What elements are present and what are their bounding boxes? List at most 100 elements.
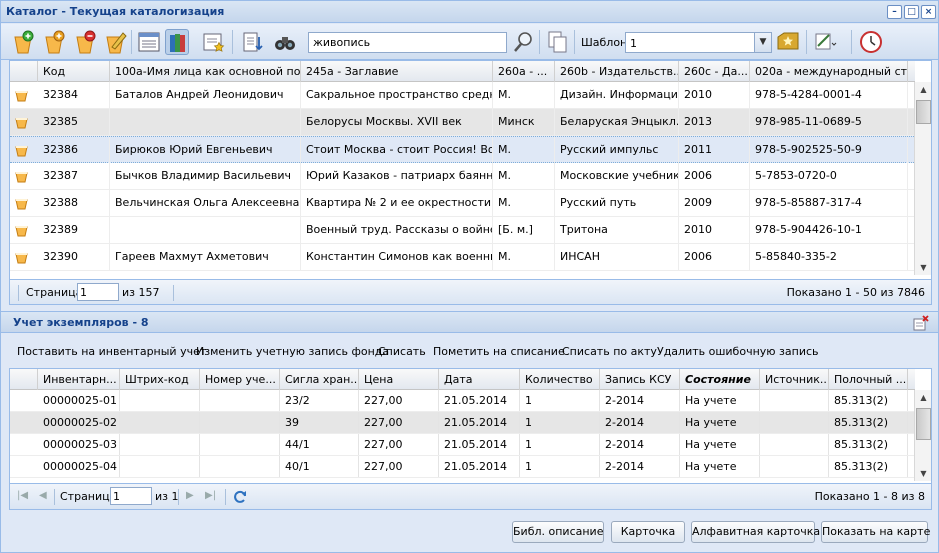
column-header[interactable]: 260a - ... bbox=[493, 61, 555, 82]
template-select[interactable]: 1 ▼ bbox=[625, 32, 772, 53]
show-on-map-button[interactable]: Показать на карте bbox=[821, 521, 930, 543]
write-off-act-button[interactable]: Списать по акту bbox=[562, 345, 657, 358]
column-header[interactable]: 020a - международный ст... bbox=[750, 61, 908, 82]
chevron-down-icon[interactable]: ▼ bbox=[754, 33, 771, 52]
table-cell-date: 21.05.2014 bbox=[439, 412, 520, 433]
next-page-icon[interactable]: ▶ bbox=[186, 490, 194, 501]
catalog-window: Каталог - Текущая каталогизация – □ × жи… bbox=[0, 0, 939, 553]
edit-record-icon[interactable] bbox=[103, 29, 127, 55]
table-cell-isbn: 978-985-11-0689-5 bbox=[750, 109, 908, 135]
binoculars-icon[interactable] bbox=[273, 29, 297, 55]
add-record-icon[interactable] bbox=[11, 29, 35, 55]
minimize-icon[interactable]: – bbox=[887, 5, 902, 19]
table-cell-title: Юрий Казаков - патриарх баянног... bbox=[301, 163, 493, 189]
books-icon bbox=[170, 34, 185, 52]
copy-document-icon[interactable] bbox=[546, 29, 570, 55]
last-page-icon[interactable]: ▶| bbox=[205, 490, 216, 501]
alphabetical-card-button[interactable]: Алфавитная карточка bbox=[691, 521, 820, 543]
apply-template-icon[interactable] bbox=[776, 29, 800, 55]
column-header[interactable]: Сигла хран... bbox=[280, 369, 359, 390]
copy-record-icon[interactable] bbox=[42, 29, 66, 55]
column-header[interactable]: 260c - Да... bbox=[679, 61, 750, 82]
close-icon[interactable]: × bbox=[921, 5, 936, 19]
table-cell-price: 227,00 bbox=[359, 390, 439, 411]
search-input[interactable] bbox=[308, 32, 507, 53]
table-cell-num bbox=[200, 412, 280, 433]
table-cell-num bbox=[200, 390, 280, 411]
table-cell-source bbox=[760, 390, 829, 411]
column-header[interactable]: Количество bbox=[520, 369, 600, 390]
column-header[interactable]: Полочный ... bbox=[829, 369, 908, 390]
settings-dropdown-icon[interactable] bbox=[813, 29, 837, 55]
table-row[interactable]: 00000025-02 39 227,00 21.05.2014 1 2-2014 На у… bbox=[10, 412, 914, 434]
table-cell-qty: 1 bbox=[520, 456, 600, 477]
table-row[interactable]: 00000025-04 40/1 227,00 21.05.2014 1 2-2014 На… bbox=[10, 456, 914, 478]
import-icon[interactable] bbox=[240, 29, 264, 55]
column-header[interactable]: Штрих-код bbox=[120, 369, 200, 390]
table-cell-publisher: Московские учебники bbox=[555, 163, 679, 189]
column-header[interactable]: Инвентарн... bbox=[38, 369, 120, 390]
edit-fund-record-button[interactable]: Изменить учетную запись фонда bbox=[196, 345, 389, 358]
close-panel-icon[interactable] bbox=[913, 315, 929, 331]
scroll-down-icon[interactable]: ▼ bbox=[915, 466, 931, 481]
column-header[interactable]: 260b - Издательств... bbox=[555, 61, 679, 82]
first-page-icon[interactable]: |◀ bbox=[17, 490, 28, 501]
bibl-description-button[interactable]: Библ. описание bbox=[512, 521, 604, 543]
catalog-scroll-thumb[interactable] bbox=[916, 100, 931, 124]
column-header[interactable]: 245a - Заглавие bbox=[301, 61, 493, 82]
column-header[interactable]: Источник... bbox=[760, 369, 829, 390]
table-row[interactable]: 32384 Баталов Андрей Леонидович Сакральное… bbox=[10, 82, 914, 109]
card-button[interactable]: Карточка bbox=[611, 521, 685, 543]
copies-page-input[interactable] bbox=[110, 487, 152, 505]
copies-panel-header: Учет экземпляров - 8 bbox=[1, 311, 938, 333]
write-off-button[interactable]: Списать bbox=[378, 345, 426, 358]
copies-scrollbar[interactable]: ▲ ▼ bbox=[914, 390, 931, 481]
catalog-scrollbar[interactable]: ▲ ▼ bbox=[914, 82, 931, 275]
clock-icon[interactable] bbox=[859, 29, 883, 55]
delete-wrong-record-button[interactable]: Удалить ошибочную запись bbox=[657, 345, 819, 358]
catalog-page-input[interactable] bbox=[77, 283, 119, 301]
table-cell-publisher: Русский импульс bbox=[555, 137, 679, 163]
catalog-pager: Страница из 157 Показано 1 - 50 из 7846 bbox=[10, 279, 931, 304]
table-cell-state: На учете bbox=[680, 412, 760, 433]
view-list-icon[interactable] bbox=[137, 29, 161, 55]
delete-record-icon[interactable] bbox=[73, 29, 97, 55]
column-header[interactable]: Код bbox=[38, 61, 110, 82]
table-row[interactable]: 32388 Вельчинская Ольга Алексеевна Квартир… bbox=[10, 190, 914, 217]
table-cell-code: 32390 bbox=[38, 244, 110, 270]
table-row[interactable]: 00000025-01 23/2 227,00 21.05.2014 1 2-2014 На… bbox=[10, 390, 914, 412]
table-row[interactable]: 32386 Бирюков Юрий Евгеньевич Стоит Москва… bbox=[10, 136, 914, 163]
table-cell-isbn: 978-5-4284-0001-4 bbox=[750, 82, 908, 108]
table-row[interactable]: 32389 Военный труд. Рассказы о войне [Б. м… bbox=[10, 217, 914, 244]
scroll-down-icon[interactable]: ▼ bbox=[915, 260, 931, 275]
table-cell-place: [Б. м.] bbox=[493, 217, 555, 243]
table-row[interactable]: 32385 Белорусы Москвы. XVII век Минск Белар… bbox=[10, 109, 914, 136]
table-cell-qty: 1 bbox=[520, 412, 600, 433]
table-row[interactable]: 00000025-03 44/1 227,00 21.05.2014 1 2-2014 На… bbox=[10, 434, 914, 456]
table-cell-date: 21.05.2014 bbox=[439, 390, 520, 411]
table-row[interactable]: 32387 Бычков Владимир Васильевич Юрий Каза… bbox=[10, 163, 914, 190]
mark-write-off-button[interactable]: Пометить на списание bbox=[433, 345, 565, 358]
table-cell-year: 2006 bbox=[679, 244, 750, 270]
books-toggle[interactable] bbox=[165, 29, 189, 55]
column-header[interactable]: Номер уче... bbox=[200, 369, 280, 390]
column-header[interactable]: Цена bbox=[359, 369, 439, 390]
copies-scroll-thumb[interactable] bbox=[916, 408, 931, 440]
scroll-up-icon[interactable]: ▲ bbox=[915, 82, 931, 97]
maximize-icon[interactable]: □ bbox=[904, 5, 919, 19]
table-cell-title: Военный труд. Рассказы о войне bbox=[301, 217, 493, 243]
refresh-icon[interactable] bbox=[232, 489, 248, 505]
table-cell-ksu: 2-2014 bbox=[600, 434, 680, 455]
scroll-up-icon[interactable]: ▲ bbox=[915, 390, 931, 405]
column-header[interactable]: Состояние bbox=[680, 369, 760, 390]
column-header[interactable]: 100a-Имя лица как основной пои... bbox=[110, 61, 301, 82]
copies-pager: |◀ ◀ Страница из 1 ▶ ▶| Показано 1 - 8 и… bbox=[10, 483, 931, 509]
column-header[interactable]: Дата bbox=[439, 369, 520, 390]
search-icon[interactable] bbox=[512, 29, 536, 55]
register-inventory-button[interactable]: Поставить на инвентарный учет bbox=[17, 345, 206, 358]
table-row[interactable]: 32390 Гареев Махмут Ахметович Константин С… bbox=[10, 244, 914, 271]
prev-page-icon[interactable]: ◀ bbox=[39, 490, 47, 501]
template-card-icon[interactable] bbox=[201, 29, 225, 55]
column-header[interactable]: Запись КСУ bbox=[600, 369, 680, 390]
copies-grid: Инвентарн... Штрих-код Номер уче... Сигл… bbox=[9, 368, 932, 510]
